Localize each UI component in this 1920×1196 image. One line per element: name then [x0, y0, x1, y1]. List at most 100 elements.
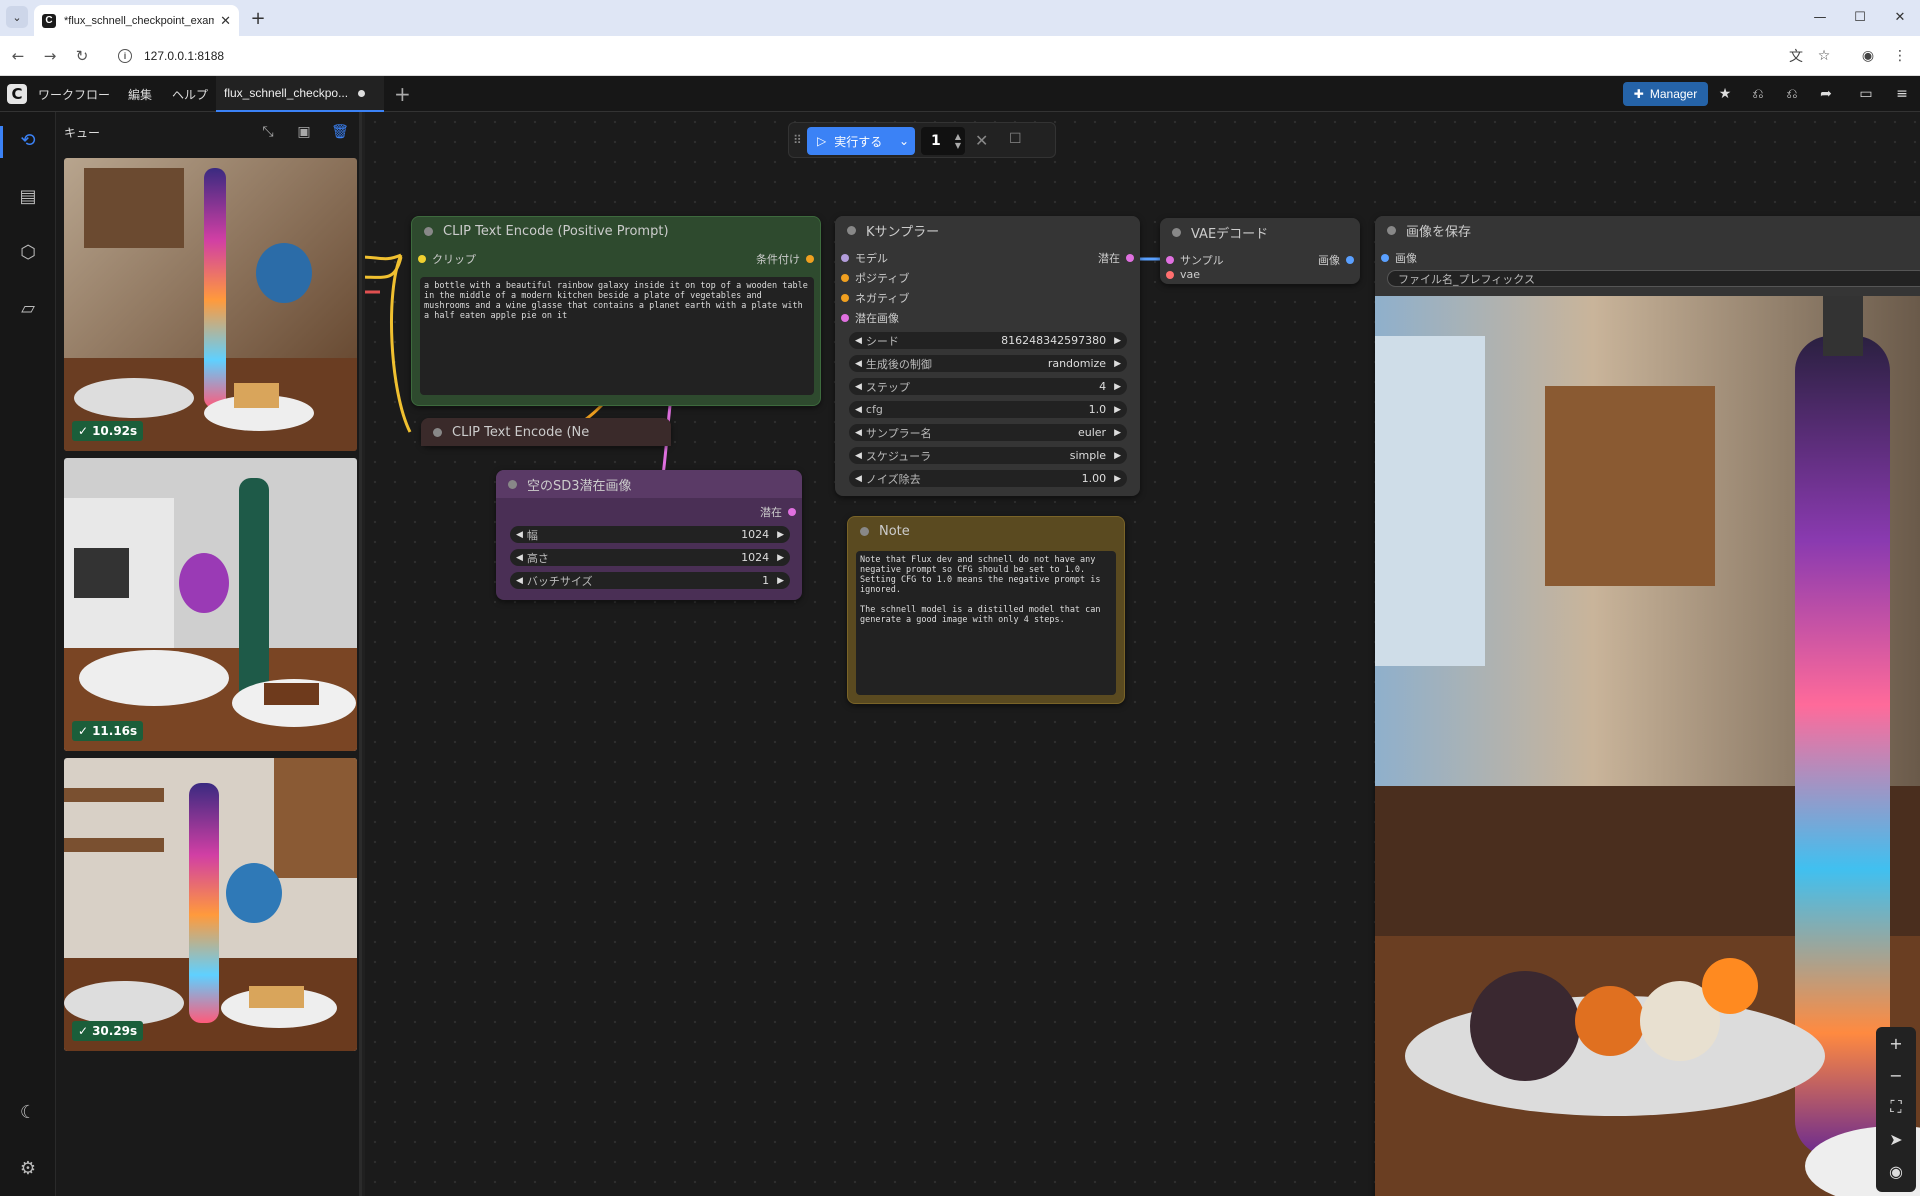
menu-edit[interactable]: 編集 [128, 86, 152, 103]
decrement-icon[interactable]: ◀ [516, 553, 523, 563]
input-slot-latent[interactable]: 潜在画像 [841, 310, 899, 326]
trash-icon[interactable]: 🗑 [330, 122, 350, 142]
minimize-button[interactable]: — [1800, 6, 1840, 28]
decrement-icon[interactable]: ◀ [516, 576, 523, 586]
collapse-dot-icon[interactable] [860, 526, 869, 536]
output-slot-latent[interactable]: 潜在 [1098, 250, 1134, 266]
chevron-down-icon[interactable]: ⌄ [899, 134, 909, 148]
run-button[interactable]: ▷ 実行する ⌄ [807, 127, 915, 155]
note-node[interactable]: Note Note that Flux dev and schnell do n… [847, 516, 1125, 704]
clip-text-encode-negative-node[interactable]: CLIP Text Encode (Ne [421, 418, 671, 446]
zoom-out-icon[interactable]: − [1886, 1065, 1906, 1085]
output-slot-conditioning[interactable]: 条件付け [756, 251, 814, 267]
queue-item[interactable]: ✓ 10.92s [64, 158, 357, 451]
collapse-dot-icon[interactable] [1387, 225, 1396, 235]
decrement-icon[interactable]: ◀ [855, 451, 862, 461]
close-window-button[interactable]: ✕ [1880, 6, 1920, 28]
cfg-widget[interactable]: ◀ cfg 1.0 ▶ [849, 401, 1127, 418]
queue-item[interactable]: ✓ 30.29s [64, 758, 357, 1051]
save-image-node[interactable]: 画像を保存 画像 ファイル名_プレフィックス [1375, 216, 1920, 1196]
input-slot-positive[interactable]: ポジティブ [841, 270, 909, 286]
decrement-icon[interactable]: ◀ [855, 428, 862, 438]
visibility-icon[interactable]: ◉ [1886, 1161, 1906, 1181]
graph-canvas[interactable]: CLIP Text Encode (Positive Prompt) クリップ … [365, 112, 1920, 1196]
decrement-icon[interactable]: ◀ [516, 530, 523, 540]
control-after-generate-widget[interactable]: ◀ 生成後の制御 randomize ▶ [849, 355, 1127, 372]
node-header[interactable]: CLIP Text Encode (Ne [421, 418, 671, 446]
decrement-icon[interactable]: ◀ [855, 474, 862, 484]
ksampler-node[interactable]: Kサンプラー モデル ポジティブ ネガティブ 潜在画像 潜在 ◀ シード 81624… [835, 216, 1140, 496]
increment-icon[interactable]: ▶ [1114, 428, 1121, 438]
clip-text-encode-positive-node[interactable]: CLIP Text Encode (Positive Prompt) クリップ … [411, 216, 821, 406]
collapse-icon[interactable]: ⤡ [258, 122, 278, 142]
drag-handle-icon[interactable]: ⠿ [793, 133, 802, 147]
browser-tab[interactable]: C *flux_schnell_checkpoint_examp ✕ [34, 5, 239, 36]
collapse-dot-icon[interactable] [508, 479, 517, 489]
collapse-dot-icon[interactable] [433, 427, 442, 437]
add-workflow-icon[interactable]: + [394, 82, 411, 106]
output-slot-latent[interactable]: 潜在 [760, 504, 796, 520]
browser-menu-icon[interactable]: ⋮ [1890, 46, 1910, 66]
steps-widget[interactable]: ◀ ステップ 4 ▶ [849, 378, 1127, 395]
input-slot-model[interactable]: モデル [841, 250, 888, 266]
note-textarea[interactable]: Note that Flux dev and schnell do not ha… [856, 551, 1116, 695]
decrement-icon[interactable]: ◀ [855, 336, 862, 346]
share-icon[interactable]: ➦ [1816, 84, 1836, 104]
increment-icon[interactable]: ▶ [1114, 474, 1121, 484]
model-icon-1[interactable]: ⎌ [1748, 84, 1768, 104]
star-icon[interactable]: ★ [1715, 84, 1735, 104]
node-header[interactable]: 画像を保存 [1375, 216, 1920, 244]
zoom-in-icon[interactable]: + [1886, 1033, 1906, 1053]
menu-workflow[interactable]: ワークフロー [38, 86, 110, 103]
input-slot-negative[interactable]: ネガティブ [841, 290, 909, 306]
vae-decode-node[interactable]: VAEデコード サンプル vae 画像 [1160, 218, 1360, 284]
seed-widget[interactable]: ◀ シード 816248342597380 ▶ [849, 332, 1127, 349]
new-tab-button[interactable]: + [246, 6, 270, 30]
hamburger-menu-icon[interactable]: ≡ [1892, 84, 1912, 104]
model-library-icon[interactable]: ⬡ [14, 238, 42, 266]
node-header[interactable]: Note [848, 517, 1124, 545]
increment-icon[interactable]: ▶ [777, 530, 784, 540]
input-slot-images[interactable]: 画像 [1381, 250, 1417, 266]
close-tab-icon[interactable]: ✕ [220, 13, 231, 29]
pointer-icon[interactable]: ➤ [1886, 1129, 1906, 1149]
collapse-dot-icon[interactable] [847, 225, 856, 235]
scheduler-widget[interactable]: ◀ スケジューラ simple ▶ [849, 447, 1127, 464]
stop-icon[interactable]: ☐ [1009, 131, 1022, 147]
node-library-icon[interactable]: ▤ [14, 182, 42, 210]
fit-view-icon[interactable]: ⛶ [1886, 1097, 1906, 1117]
output-slot-image[interactable]: 画像 [1318, 252, 1354, 268]
cancel-icon[interactable]: ✕ [975, 131, 988, 150]
image-view-icon[interactable]: ▣ [294, 122, 314, 142]
increment-icon[interactable]: ▶ [1114, 382, 1121, 392]
decrement-icon[interactable]: ◀ [855, 382, 862, 392]
bookmark-star-icon[interactable]: ☆ [1814, 46, 1834, 66]
prompt-textarea[interactable]: a bottle with a beautiful rainbow galaxy… [420, 277, 814, 395]
profile-icon[interactable]: ◉ [1858, 46, 1878, 66]
menu-help[interactable]: ヘルプ [172, 86, 208, 103]
increment-icon[interactable]: ▶ [1114, 405, 1121, 415]
batch-size-widget[interactable]: ◀ バッチサイズ 1 ▶ [510, 572, 790, 589]
forward-icon[interactable]: → [38, 44, 62, 68]
tab-search-button[interactable]: ⌄ [6, 6, 28, 28]
translate-icon[interactable]: 文 [1786, 46, 1806, 66]
increment-icon[interactable]: ▶ [777, 576, 784, 586]
increment-icon[interactable]: ▶ [1114, 336, 1121, 346]
filename-prefix-field[interactable]: ファイル名_プレフィックス [1387, 270, 1920, 287]
node-header[interactable]: CLIP Text Encode (Positive Prompt) [412, 217, 820, 245]
denoise-widget[interactable]: ◀ ノイズ除去 1.00 ▶ [849, 470, 1127, 487]
stepper-icon[interactable]: ▲ ▼ [955, 132, 961, 150]
width-widget[interactable]: ◀ 幅 1024 ▶ [510, 526, 790, 543]
workflow-tab[interactable]: flux_schnell_checkpo... [216, 76, 384, 112]
manager-button[interactable]: ✚ Manager [1623, 82, 1708, 106]
input-slot-vae[interactable]: vae [1166, 268, 1200, 281]
node-header[interactable]: Kサンプラー [835, 216, 1140, 244]
increment-icon[interactable]: ▶ [1114, 359, 1121, 369]
workflows-folder-icon[interactable]: ▱ [14, 294, 42, 322]
settings-gear-icon[interactable]: ⚙ [14, 1154, 42, 1182]
node-header[interactable]: VAEデコード [1160, 218, 1360, 246]
empty-sd3-latent-node[interactable]: 空のSD3潜在画像 潜在 ◀ 幅 1024 ▶ ◀ 高さ 1024 ▶ ◀ バッチサイズ 1 ▶ [496, 470, 802, 600]
decrement-icon[interactable]: ◀ [855, 359, 862, 369]
theme-moon-icon[interactable]: ☾ [14, 1098, 42, 1126]
increment-icon[interactable]: ▶ [777, 553, 784, 563]
